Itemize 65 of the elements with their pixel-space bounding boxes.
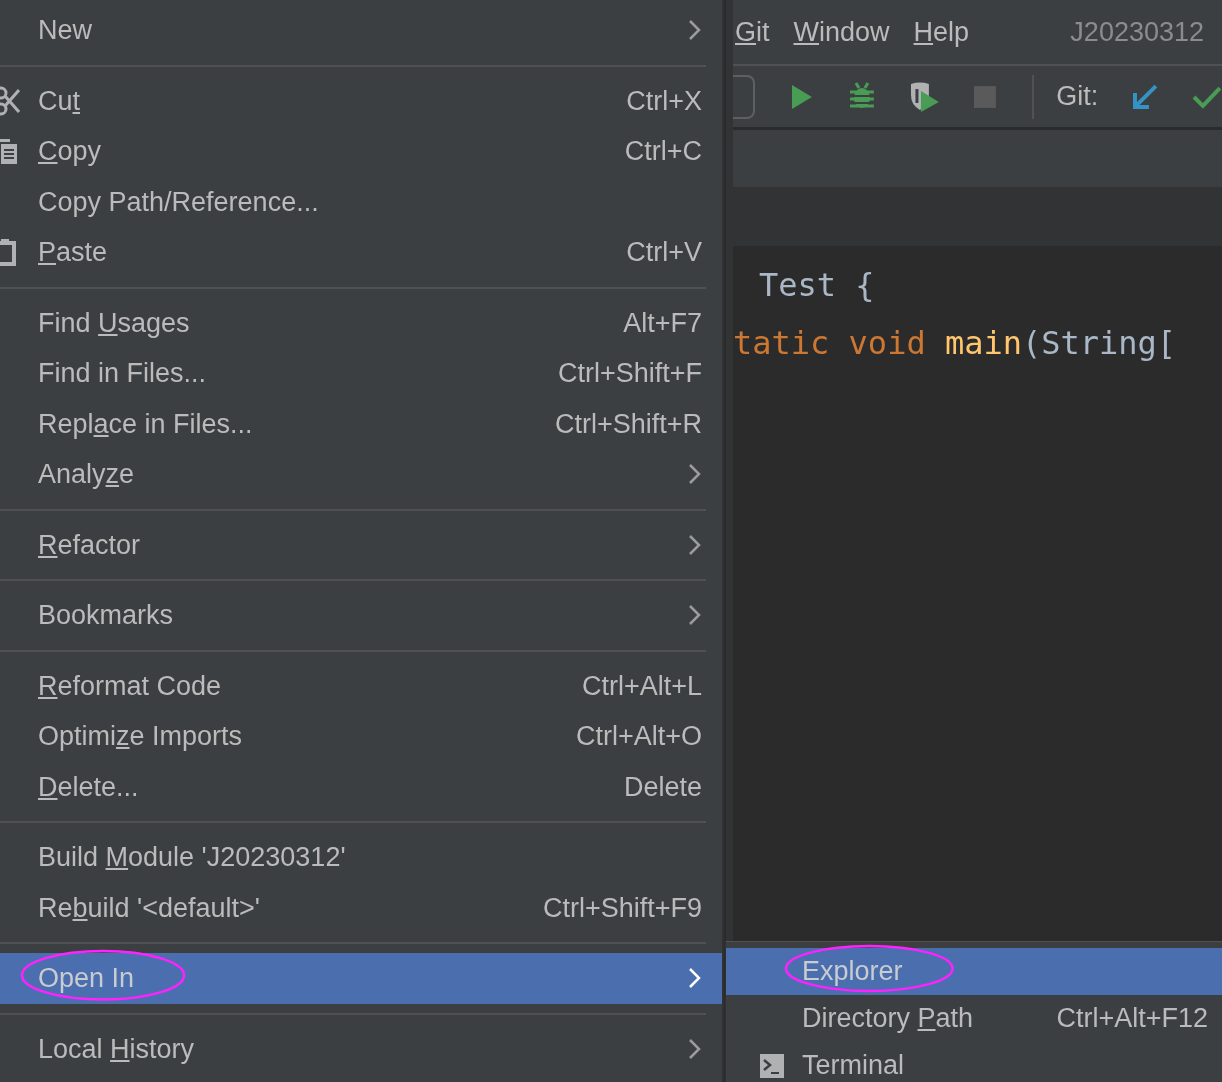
menu-item[interactable]: Delete... Delete bbox=[0, 761, 722, 812]
arrow-down-left-icon[interactable] bbox=[1132, 83, 1159, 110]
menu-item-label: Rebuild '<default>' bbox=[38, 891, 260, 925]
menu-item[interactable]: Directory Path Ctrl+Alt+F12 bbox=[726, 995, 1222, 1042]
menu-item[interactable]: Copy Ctrl+C bbox=[0, 126, 722, 177]
run-config-dropdown[interactable] bbox=[733, 74, 755, 119]
code-line: tatic void main(String[ bbox=[733, 323, 1178, 364]
menu-item[interactable]: Rebuild '<default>' Ctrl+Shift+F9 bbox=[0, 882, 722, 933]
menu-item-label: Terminal bbox=[802, 1049, 905, 1082]
menu-item[interactable]: Paste Ctrl+V bbox=[0, 227, 722, 278]
menu-item[interactable]: Bookmarks bbox=[0, 590, 722, 641]
menu-bar-item[interactable]: Git bbox=[735, 11, 770, 53]
terminal-icon bbox=[760, 1053, 784, 1078]
shortcut-text: Delete bbox=[623, 770, 702, 804]
shortcut-text: Ctrl+C bbox=[624, 135, 702, 168]
menu-item[interactable]: Cut Ctrl+X bbox=[0, 75, 722, 126]
menu-item[interactable]: Find Usages Alt+F7 bbox=[0, 297, 722, 348]
menu-item[interactable]: Copy Path/Reference... bbox=[0, 176, 722, 227]
menu-item-label: Open In bbox=[38, 962, 135, 995]
menu-item[interactable]: Analyze bbox=[0, 449, 722, 500]
code-line: Test { bbox=[758, 265, 876, 306]
menu-item-label: New bbox=[38, 14, 92, 47]
menu-bar-item[interactable]: Window bbox=[793, 11, 890, 53]
menu-item[interactable]: Replace in Files... Ctrl+Shift+R bbox=[0, 398, 722, 449]
menu-item[interactable]: Local History bbox=[0, 1023, 722, 1074]
menu-item-label: Replace in Files... bbox=[38, 407, 253, 441]
menu-item[interactable]: Terminal bbox=[726, 1042, 1222, 1082]
menu-item-label: Find Usages bbox=[38, 306, 190, 340]
menu-item-label: Bookmarks bbox=[38, 599, 174, 632]
shortcut-text: Ctrl+Shift+F bbox=[557, 357, 702, 390]
menu-item[interactable]: Reformat Code Ctrl+Alt+L bbox=[0, 660, 722, 711]
menu-item-label: Local History bbox=[38, 1032, 195, 1066]
shortcut-text: Ctrl+Alt+O bbox=[575, 720, 702, 753]
menu-item-label: Copy bbox=[38, 135, 102, 168]
menu-item-label: Directory Path bbox=[802, 1002, 974, 1036]
shortcut-text: Ctrl+X bbox=[626, 84, 702, 118]
menu-bar-item[interactable]: Help bbox=[913, 11, 970, 53]
menu-item-label: Find in Files... bbox=[38, 357, 207, 390]
menu-item[interactable]: Optimize Imports Ctrl+Alt+O bbox=[0, 711, 722, 762]
menu-item-label: Delete... bbox=[38, 770, 139, 804]
shield-play-icon[interactable] bbox=[908, 80, 941, 113]
menu-item[interactable]: Find in Files... Ctrl+Shift+F bbox=[0, 348, 722, 399]
shortcut-text: Ctrl+Alt+L bbox=[581, 669, 702, 703]
checkmark-icon[interactable] bbox=[1192, 84, 1222, 109]
menu-item[interactable]: Refactor bbox=[0, 519, 722, 570]
clipboard-icon bbox=[0, 238, 16, 267]
menu-item[interactable]: New bbox=[0, 5, 722, 56]
git-label: Git: bbox=[1056, 80, 1099, 114]
menu-item-label: Analyze bbox=[38, 458, 135, 491]
shortcut-text: Alt+F7 bbox=[623, 306, 702, 340]
shortcut-text: Ctrl+Shift+F9 bbox=[542, 891, 702, 925]
menu-item-label: Reformat Code bbox=[38, 669, 222, 703]
scissors-icon bbox=[0, 85, 20, 116]
menu-item-label: Build Module 'J20230312' bbox=[38, 841, 346, 874]
menu-item-label: Paste bbox=[38, 236, 108, 269]
shortcut-text: Ctrl+Alt+F12 bbox=[1056, 1002, 1208, 1036]
shortcut-text: Ctrl+V bbox=[626, 236, 702, 269]
menu-item[interactable]: Build Module 'J20230312' bbox=[0, 832, 722, 883]
menu-item-label: Cut bbox=[38, 84, 81, 118]
project-name: J20230312 bbox=[1070, 15, 1204, 49]
menu-item-label: Optimize Imports bbox=[38, 720, 243, 753]
shortcut-text: Ctrl+Shift+R bbox=[554, 407, 702, 441]
menu-item-label: Refactor bbox=[38, 528, 141, 562]
menu-item-label: Copy Path/Reference... bbox=[38, 185, 319, 219]
menu-item-label: Explorer bbox=[802, 955, 903, 989]
